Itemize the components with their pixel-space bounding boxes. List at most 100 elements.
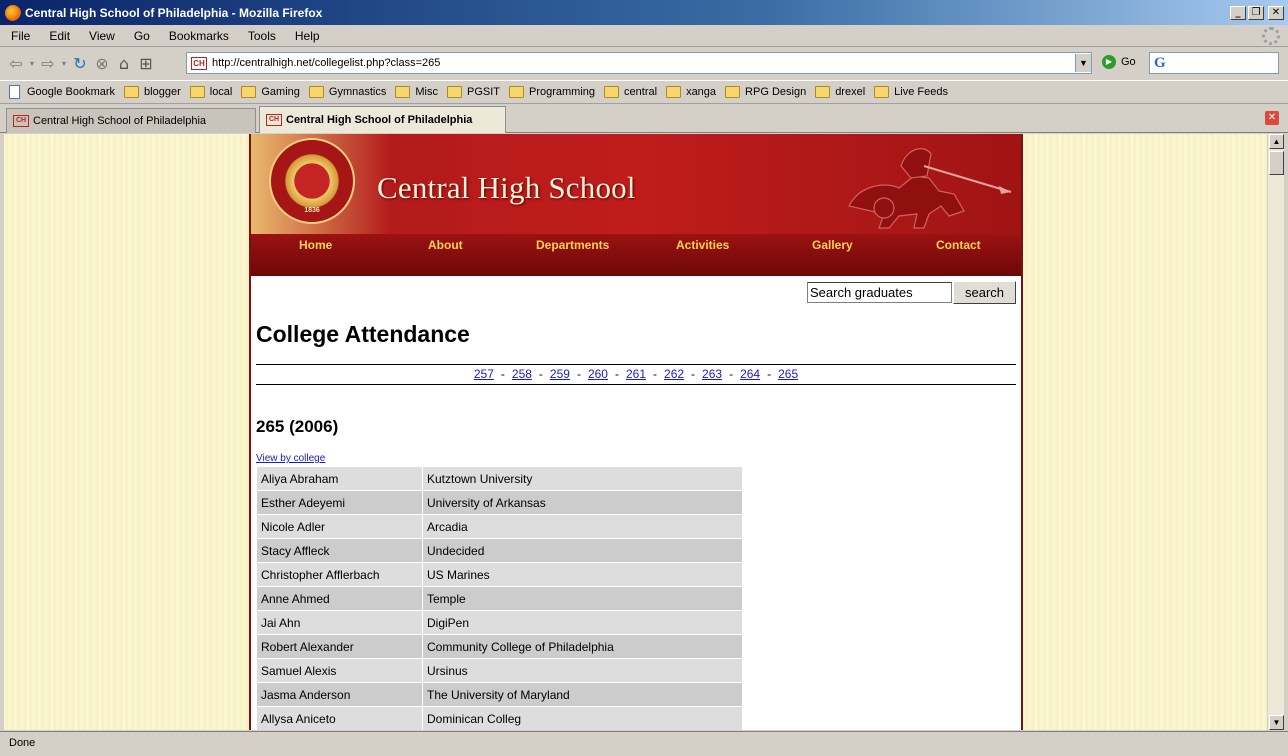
graduate-college: Dominican Colleg	[423, 707, 742, 730]
scroll-down-icon[interactable]: ▼	[1269, 715, 1284, 730]
class-link-261[interactable]: 261	[626, 367, 646, 381]
bookmark-folder-live-feeds[interactable]: Live Feeds	[874, 86, 948, 98]
url-dropdown-icon[interactable]: ▼	[1075, 54, 1091, 72]
nav-departments-link[interactable]: Departments	[536, 238, 609, 252]
go-arrow-icon: ▶	[1102, 55, 1116, 69]
nav-gallery-link[interactable]: Gallery	[812, 238, 853, 252]
go-button[interactable]: ▶ Go	[1102, 55, 1136, 69]
graduate-college: DigiPen	[423, 611, 742, 634]
scroll-up-icon[interactable]: ▲	[1269, 134, 1284, 149]
close-window-button[interactable]: ✕	[1268, 5, 1284, 20]
class-link-264[interactable]: 264	[740, 367, 760, 381]
class-link-258[interactable]: 258	[512, 367, 532, 381]
bookmark-folder-xanga[interactable]: xanga	[666, 86, 716, 98]
bookmark-folder-central[interactable]: central	[604, 86, 657, 98]
window-controls: _ ❐ ✕	[1230, 5, 1284, 20]
tab-label: Central High School of Philadelphia	[286, 114, 473, 126]
folder-icon	[124, 86, 140, 98]
scrollbar-thumb[interactable]	[1269, 151, 1284, 175]
table-row: Jai Ahn DigiPen	[257, 611, 742, 634]
menu-view[interactable]: View	[78, 29, 123, 43]
menu-help[interactable]: Help	[284, 29, 328, 43]
menu-file[interactable]: File	[0, 29, 38, 43]
site-banner: 1836 Central High School	[251, 134, 1021, 234]
forward-dropdown-icon[interactable]: ▾	[59, 52, 69, 74]
graduate-college: University of Arkansas	[423, 491, 742, 514]
graduate-name: Samuel Alexis	[257, 659, 422, 682]
graduate-search-input[interactable]: Search graduates	[807, 282, 952, 303]
menu-bookmarks[interactable]: Bookmarks	[158, 29, 237, 43]
table-row: Esther Adeyemi University of Arkansas	[257, 491, 742, 514]
throbber-icon	[1262, 27, 1280, 45]
folder-icon	[308, 86, 324, 98]
bookmark-folder-gymnastics[interactable]: Gymnastics	[308, 86, 386, 98]
close-tab-icon[interactable]: ✕	[1265, 111, 1279, 125]
class-link-263[interactable]: 263	[702, 367, 722, 381]
separator: -	[538, 367, 543, 381]
back-icon[interactable]: ⇦	[5, 52, 27, 74]
graduate-college: Kutztown University	[423, 467, 742, 490]
bookmark-folder-pgsit[interactable]: PGSIT	[446, 86, 500, 98]
graduate-name: Jasma Anderson	[257, 683, 422, 706]
graduate-college: Ursinus	[423, 659, 742, 682]
search-button[interactable]: search	[953, 281, 1016, 304]
status-bar: Done	[0, 731, 1288, 756]
bookmark-folder-local[interactable]: local	[189, 86, 232, 98]
minimize-button[interactable]: _	[1230, 5, 1246, 20]
menu-bar: File Edit View Go Bookmarks Tools Help	[0, 25, 1288, 47]
bookmark-folder-programming[interactable]: Programming	[509, 86, 595, 98]
graduate-college: US Marines	[423, 563, 742, 586]
class-link-260[interactable]: 260	[588, 367, 608, 381]
go-label: Go	[1121, 56, 1136, 68]
page-container: 1836 Central High School Home About Depa…	[249, 134, 1023, 730]
page-viewport: 1836 Central High School Home About Depa…	[4, 134, 1267, 730]
knight-logo-icon	[848, 148, 1012, 229]
navigation-toolbar: ⇦ ▾ ⇨ ▾ ↻ ⊗ ⌂ ⊞ CH http://centralhigh.ne…	[0, 48, 1288, 78]
forward-icon[interactable]: ⇨	[37, 52, 59, 74]
reload-icon[interactable]: ↻	[69, 52, 91, 74]
bookmark-folder-blogger[interactable]: blogger	[124, 86, 181, 98]
class-link-265[interactable]: 265	[778, 367, 798, 381]
graduate-name: Nicole Adler	[257, 515, 422, 538]
menu-tools[interactable]: Tools	[237, 29, 284, 43]
url-text[interactable]: http://centralhigh.net/collegelist.php?c…	[212, 57, 1075, 69]
google-icon[interactable]: G	[1154, 55, 1166, 72]
nav-activities-link[interactable]: Activities	[676, 238, 729, 252]
bookmark-folder-gaming[interactable]: Gaming	[241, 86, 300, 98]
address-bar[interactable]: CH http://centralhigh.net/collegelist.ph…	[186, 52, 1092, 74]
school-seal-logo: 1836	[269, 138, 355, 224]
folder-icon	[604, 86, 620, 98]
nav-home-link[interactable]: Home	[299, 238, 332, 252]
nav-contact-link[interactable]: Contact	[936, 238, 981, 252]
bookmark-folder-drexel[interactable]: drexel	[815, 86, 865, 98]
vertical-scrollbar[interactable]: ▲ ▼	[1267, 134, 1284, 730]
separator: -	[576, 367, 581, 381]
site-favicon-icon: CH	[191, 56, 207, 70]
bookmark-folder-rpg-design[interactable]: RPG Design	[725, 86, 806, 98]
back-dropdown-icon[interactable]: ▾	[27, 52, 37, 74]
folder-icon	[725, 86, 741, 98]
graduate-name: Christopher Afflerbach	[257, 563, 422, 586]
home-icon[interactable]: ⌂	[113, 52, 135, 74]
menu-go[interactable]: Go	[123, 29, 158, 43]
site-nav: Home About Departments Activities Galler…	[251, 234, 1021, 276]
tab-2-active[interactable]: CH Central High School of Philadelphia	[259, 106, 506, 133]
nav-about-link[interactable]: About	[428, 238, 463, 252]
bookmark-folder-misc[interactable]: Misc	[395, 86, 438, 98]
seal-year: 1836	[304, 207, 320, 214]
menu-edit[interactable]: Edit	[38, 29, 78, 43]
folder-icon	[666, 86, 682, 98]
class-link-262[interactable]: 262	[664, 367, 684, 381]
table-row: Aliya Abraham Kutztown University	[257, 467, 742, 490]
class-link-259[interactable]: 259	[550, 367, 570, 381]
page-icon	[9, 85, 20, 99]
view-by-college-link[interactable]: View by college	[256, 453, 325, 464]
table-row: Jasma Anderson The University of Maryland	[257, 683, 742, 706]
restore-button[interactable]: ❐	[1248, 5, 1264, 20]
stop-icon[interactable]: ⊗	[91, 52, 113, 74]
class-link-257[interactable]: 257	[474, 367, 494, 381]
tab-1[interactable]: CH Central High School of Philadelphia	[6, 108, 256, 133]
bookmark-google-bookmark[interactable]: Google Bookmark	[9, 85, 115, 99]
new-tab-icon[interactable]: ⊞	[135, 52, 157, 74]
web-search-input[interactable]: G	[1149, 52, 1279, 74]
